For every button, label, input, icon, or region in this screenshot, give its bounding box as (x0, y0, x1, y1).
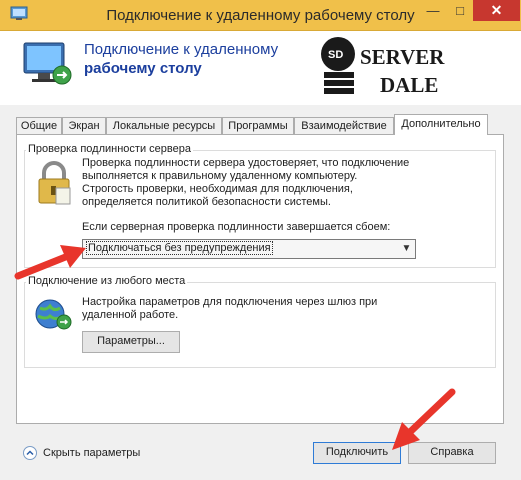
auth-failure-label: Если серверная проверка подлинности заве… (82, 221, 391, 233)
tab-programs[interactable]: Программы (222, 117, 294, 135)
maximize-button[interactable]: □ (447, 0, 473, 21)
lock-icon (38, 161, 71, 205)
tab-experience[interactable]: Взаимодействие (294, 117, 394, 135)
auth-description-line: определяется политикой безопасности сист… (82, 196, 331, 208)
tab-display[interactable]: Экран (62, 117, 106, 135)
header-title-line2: рабочему столу (84, 60, 202, 77)
connect-anywhere-group (24, 282, 496, 368)
serverdale-logo: SD SERVER DALE (321, 37, 445, 97)
minimize-button[interactable]: — (419, 0, 447, 21)
svg-text:SD: SD (328, 49, 343, 61)
anywhere-description-line: удаленной работе. (82, 309, 179, 321)
close-button[interactable]: ✕ (473, 0, 520, 21)
dropdown-arrow-icon[interactable]: ▼ (398, 240, 415, 258)
svg-text:SERVER: SERVER (360, 45, 445, 69)
remote-desktop-icon (23, 42, 72, 85)
server-auth-group-title: Проверка подлинности сервера (26, 143, 193, 155)
auth-description-line: Строгость проверки, необходимая для подк… (82, 183, 353, 195)
tab-advanced[interactable]: Дополнительно (394, 114, 488, 135)
annotation-arrow-select (14, 245, 86, 280)
svg-text:DALE: DALE (380, 73, 438, 97)
auth-failure-select[interactable]: Подключаться без предупреждения ▼ (82, 239, 416, 259)
auth-description-line: Проверка подлинности сервера удостоверяе… (82, 157, 410, 169)
gateway-settings-button[interactable]: Параметры... (82, 331, 180, 353)
header-title-line1: Подключение к удаленному (84, 41, 279, 58)
auth-description-line: выполняется к правильному удаленному ком… (82, 170, 358, 182)
annotation-arrow-connect (392, 388, 456, 450)
chevron-up-icon[interactable] (23, 446, 37, 460)
hide-options-link[interactable]: Скрыть параметры (43, 447, 140, 459)
anywhere-description-line: Настройка параметров для подключения чер… (82, 296, 378, 308)
tab-local-resources[interactable]: Локальные ресурсы (106, 117, 222, 135)
auth-failure-select-value: Подключаться без предупреждения (86, 241, 273, 255)
tab-general[interactable]: Общие (16, 117, 62, 135)
globe-network-icon (35, 299, 72, 330)
